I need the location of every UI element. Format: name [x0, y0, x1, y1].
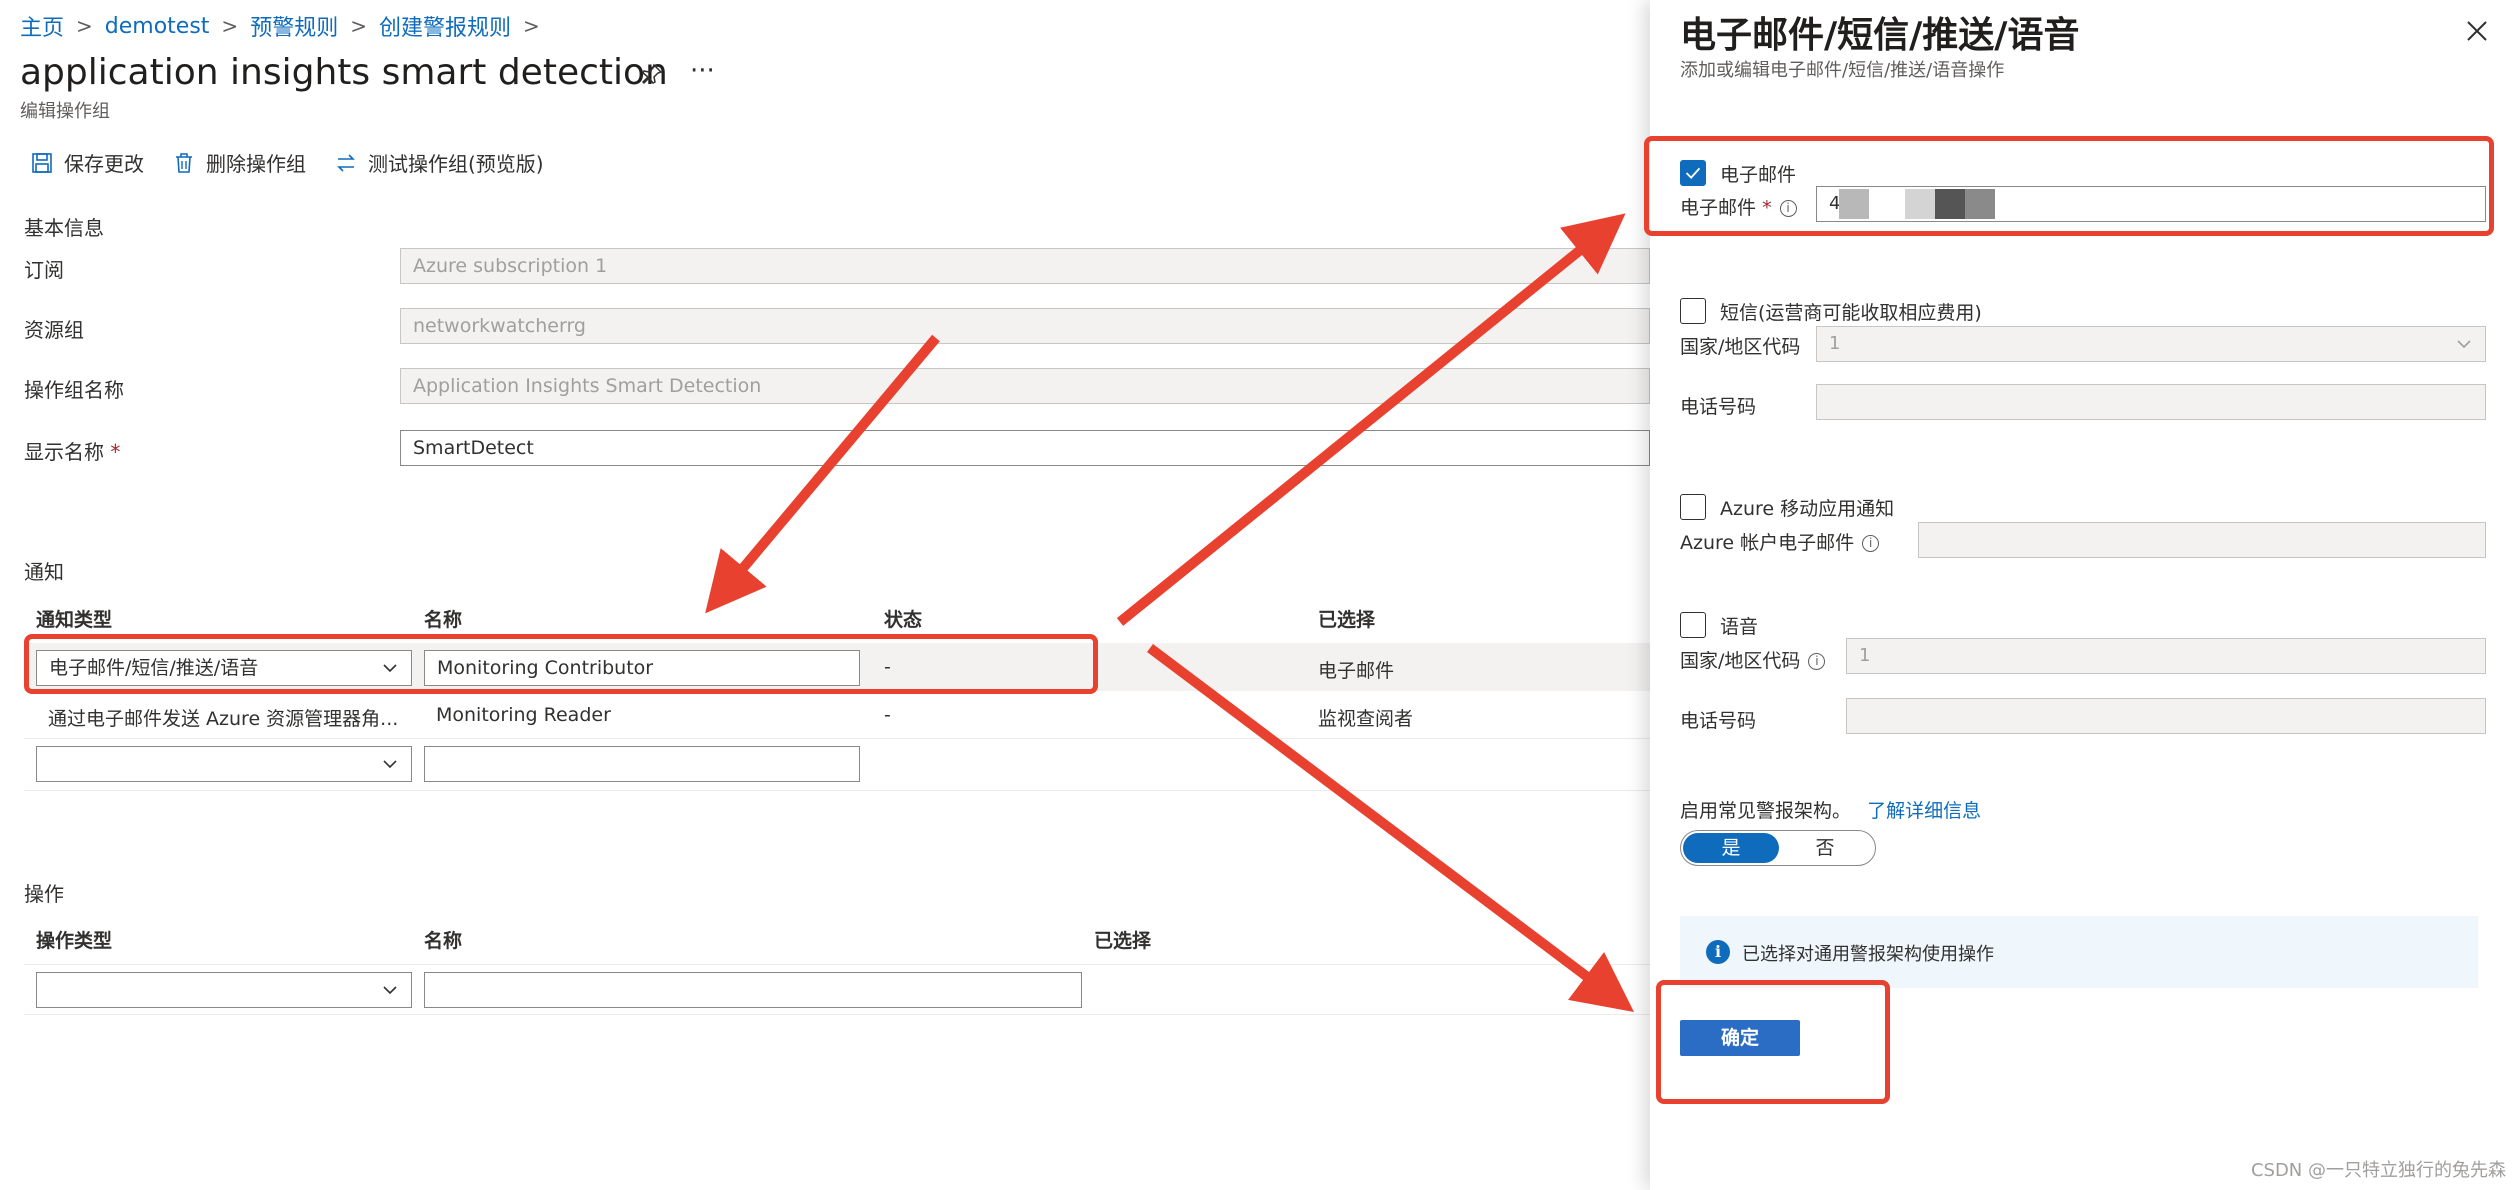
test-button-label: 测试操作组(预览版) [368, 152, 544, 176]
action-name-input[interactable] [424, 972, 1082, 1008]
sms-checkbox-label: 短信(运营商可能收取相应费用) [1720, 302, 1982, 324]
annotation-box-row [24, 634, 1098, 694]
breadcrumb-home[interactable]: 主页 [20, 10, 64, 42]
delete-button-label: 删除操作组 [206, 152, 306, 176]
toggle-yes[interactable]: 是 [1683, 833, 1779, 863]
toggle-no[interactable]: 否 [1777, 833, 1873, 863]
resource-group-label: 资源组 [24, 318, 84, 342]
chevron-right-icon: > [350, 14, 367, 38]
close-icon[interactable] [2464, 18, 2490, 44]
voice-phone-label: 电话号码 [1680, 710, 1757, 732]
push-checkbox-label: Azure 移动应用通知 [1720, 498, 1895, 520]
col-notification-type: 通知类型 [36, 609, 113, 631]
voice-country-label-text: 国家/地区代码 [1680, 650, 1801, 672]
sms-checkbox[interactable] [1680, 298, 1706, 324]
trash-icon [176, 152, 192, 173]
push-email-input[interactable] [1918, 522, 2486, 558]
chevron-down-icon [383, 986, 397, 995]
panel-subtitle: 添加或编辑电子邮件/短信/推送/语音操作 [1680, 60, 2005, 81]
display-name-input[interactable]: SmartDetect [400, 430, 1650, 466]
common-schema-toggle[interactable]: 是 否 [1680, 830, 1876, 866]
common-schema-text: 启用常见警报架构。 [1680, 800, 1852, 822]
learn-more-link[interactable]: 了解详细信息 [1867, 800, 1981, 822]
chevron-down-icon [2457, 340, 2471, 349]
row-selected: 电子邮件 [1318, 660, 1395, 682]
voice-phone-input[interactable] [1846, 698, 2486, 734]
chevron-down-icon [383, 760, 397, 769]
required-mark: * [110, 440, 121, 464]
basics-heading: 基本信息 [24, 216, 104, 240]
annotation-box-ok [1656, 980, 1890, 1104]
col-status: 状态 [884, 609, 923, 631]
sms-country-value: 1 [1829, 333, 1841, 354]
arrow-to-email [1116, 213, 1626, 626]
voice-checkbox[interactable] [1680, 612, 1706, 638]
voice-country-label: 国家/地区代码 i [1680, 646, 1826, 673]
breadcrumb-alert-rules[interactable]: 预警规则 [250, 10, 338, 42]
display-name-label: 显示名称 * [24, 436, 120, 465]
chevron-right-icon: > [221, 14, 239, 38]
chevron-right-icon: > [76, 14, 93, 38]
sms-phone-input[interactable] [1816, 384, 2486, 420]
voice-country-input[interactable]: 1 [1846, 638, 2486, 674]
row-divider [24, 964, 1650, 965]
command-bar: 保存更改 删除操作组 测试操作组(预览版) [30, 148, 544, 177]
push-checkbox[interactable] [1680, 494, 1706, 520]
resource-group-field: networkwatcherrg [400, 308, 1650, 344]
row-name: Monitoring Reader [436, 704, 611, 726]
row-divider [24, 738, 1650, 739]
push-email-label: Azure 帐户电子邮件 i [1680, 528, 1880, 555]
info-message-text: 已选择对通用警报架构使用操作 [1742, 944, 1994, 965]
new-notification-name-input[interactable] [424, 746, 860, 782]
display-name-label-text: 显示名称 [24, 440, 104, 464]
new-notification-type-select[interactable] [36, 746, 412, 782]
push-email-label-text: Azure 帐户电子邮件 [1680, 532, 1855, 554]
test-button[interactable]: 测试操作组(预览版) [334, 148, 544, 177]
watermark: CSDN @一只特立独行的兔先森 [2250, 1160, 2506, 1181]
voice-checkbox-label: 语音 [1720, 616, 1759, 638]
breadcrumb-demotest[interactable]: demotest [105, 14, 210, 39]
col-action-type: 操作类型 [36, 930, 113, 952]
info-icon[interactable]: i [1862, 535, 1880, 552]
breadcrumb: 主页 > demotest > 预警规则 > 创建警报规则 > [20, 10, 540, 42]
action-group-name-field: Application Insights Smart Detection [400, 368, 1650, 404]
col-action-name: 名称 [424, 930, 463, 952]
sms-phone-label: 电话号码 [1680, 396, 1757, 418]
arrow-to-ok [1146, 644, 1634, 1013]
info-icon: i [1706, 940, 1730, 964]
notifications-heading: 通知 [24, 560, 64, 584]
breadcrumb-create-alert-rule[interactable]: 创建警报规则 [379, 10, 511, 42]
col-action-selected: 已选择 [1094, 930, 1152, 952]
save-button-label: 保存更改 [64, 152, 144, 176]
info-icon[interactable]: i [1808, 653, 1826, 670]
actions-heading: 操作 [24, 882, 64, 906]
panel-title: 电子邮件/短信/推送/语音 [1680, 15, 2080, 56]
swap-arrows-icon [337, 153, 355, 172]
sms-country-label: 国家/地区代码 [1680, 336, 1801, 358]
row-selected: 监视查阅者 [1318, 708, 1414, 730]
page-title: application insights smart detection [20, 52, 668, 93]
subscription-label: 订阅 [24, 258, 64, 282]
annotation-box-email [1644, 136, 2494, 236]
action-type-select[interactable] [36, 972, 412, 1008]
common-schema-label: 启用常见警报架构。 了解详细信息 [1680, 796, 1981, 823]
delete-button[interactable]: 删除操作组 [172, 148, 306, 177]
subscription-field: Azure subscription 1 [400, 248, 1650, 284]
action-group-name-label: 操作组名称 [24, 378, 124, 402]
row-divider [24, 790, 1650, 791]
chevron-right-icon: > [522, 14, 540, 38]
row-type: 通过电子邮件发送 Azure 资源管理器角... [48, 708, 398, 730]
col-name: 名称 [424, 609, 463, 631]
save-icon [32, 152, 52, 173]
row-status: - [884, 704, 891, 726]
page-subtitle: 编辑操作组 [20, 101, 110, 122]
more-options-icon[interactable]: ··· [690, 56, 715, 86]
save-button[interactable]: 保存更改 [30, 148, 144, 177]
pin-icon[interactable] [640, 62, 664, 86]
row-divider [24, 1014, 1650, 1015]
sms-country-select[interactable]: 1 [1816, 326, 2486, 362]
info-message-bar: i 已选择对通用警报架构使用操作 [1680, 916, 2478, 988]
col-selected: 已选择 [1318, 609, 1376, 631]
